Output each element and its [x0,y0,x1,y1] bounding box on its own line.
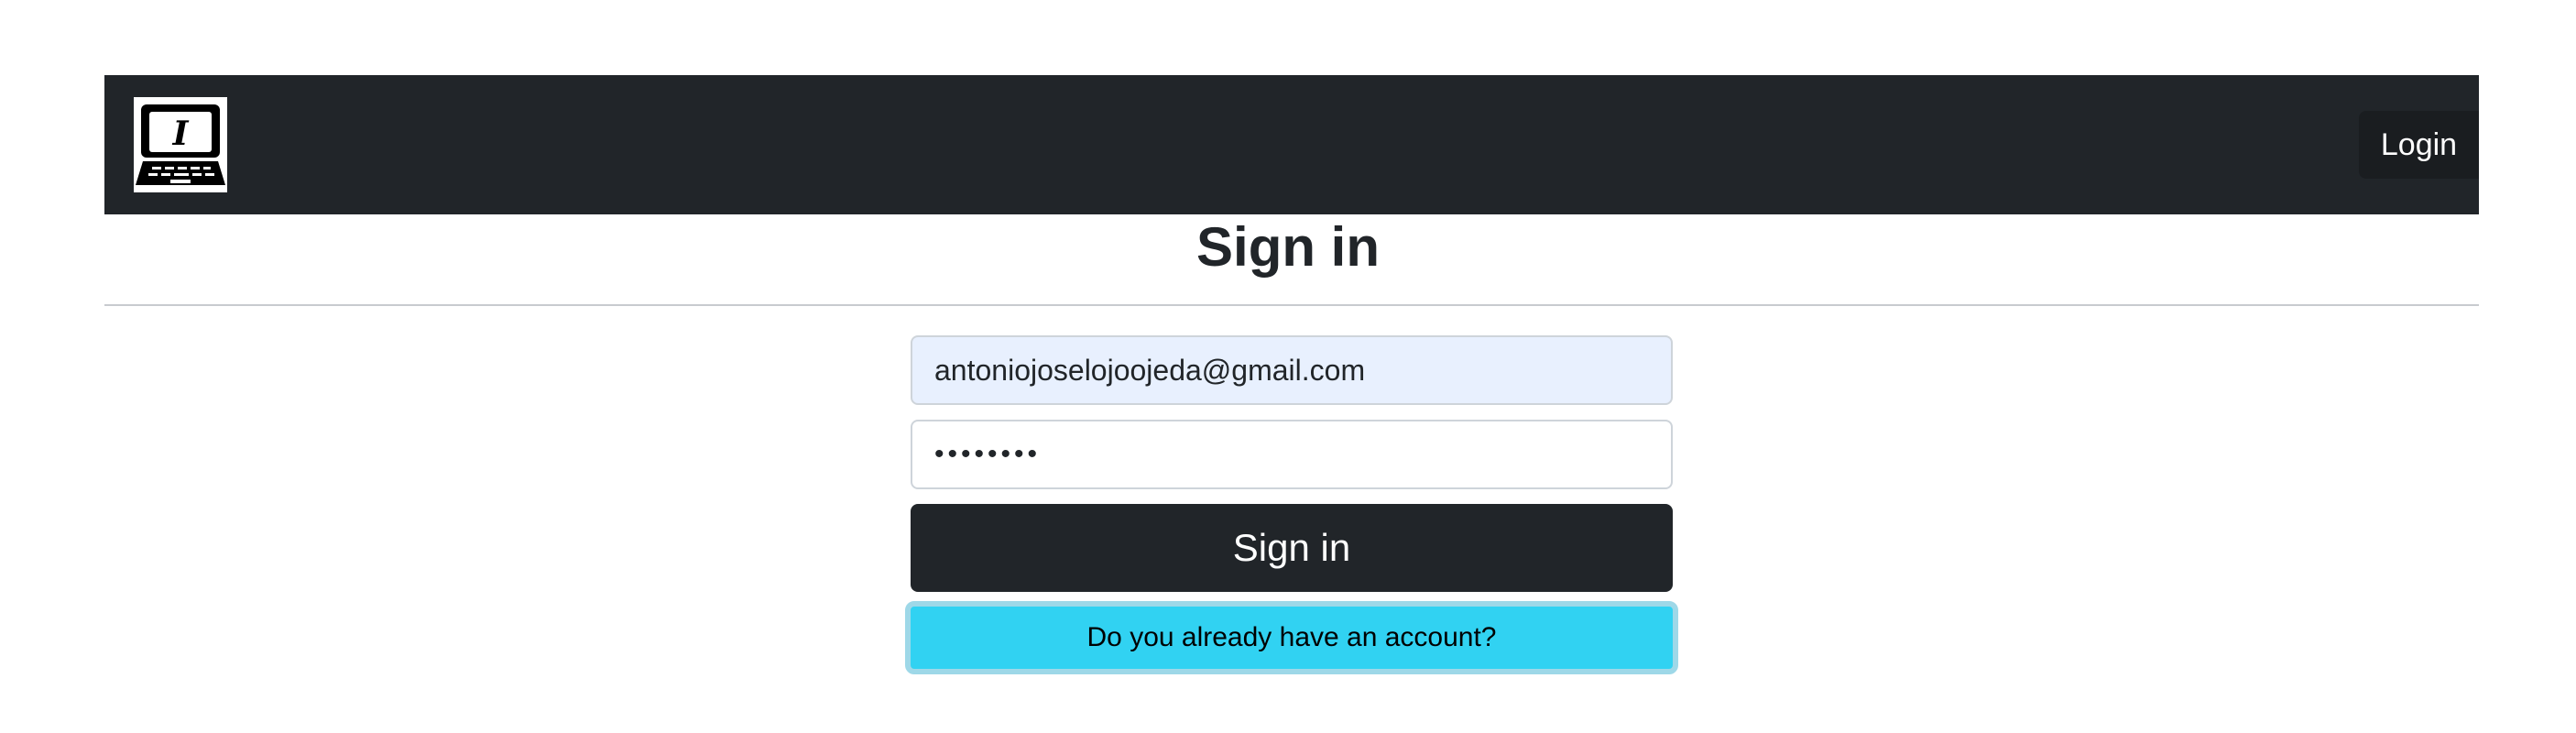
logo-letter: I [172,115,190,153]
title-divider [104,304,2479,306]
login-button[interactable]: Login [2359,111,2479,179]
top-navbar: I Login [104,75,2479,214]
laptop-icon[interactable]: I [134,97,227,192]
have-account-button[interactable]: Do you already have an account? [905,601,1678,674]
sign-in-button[interactable]: Sign in [911,504,1673,592]
page-title: Sign in [1196,216,1380,278]
password-field[interactable] [911,420,1673,489]
email-field[interactable] [911,335,1673,405]
